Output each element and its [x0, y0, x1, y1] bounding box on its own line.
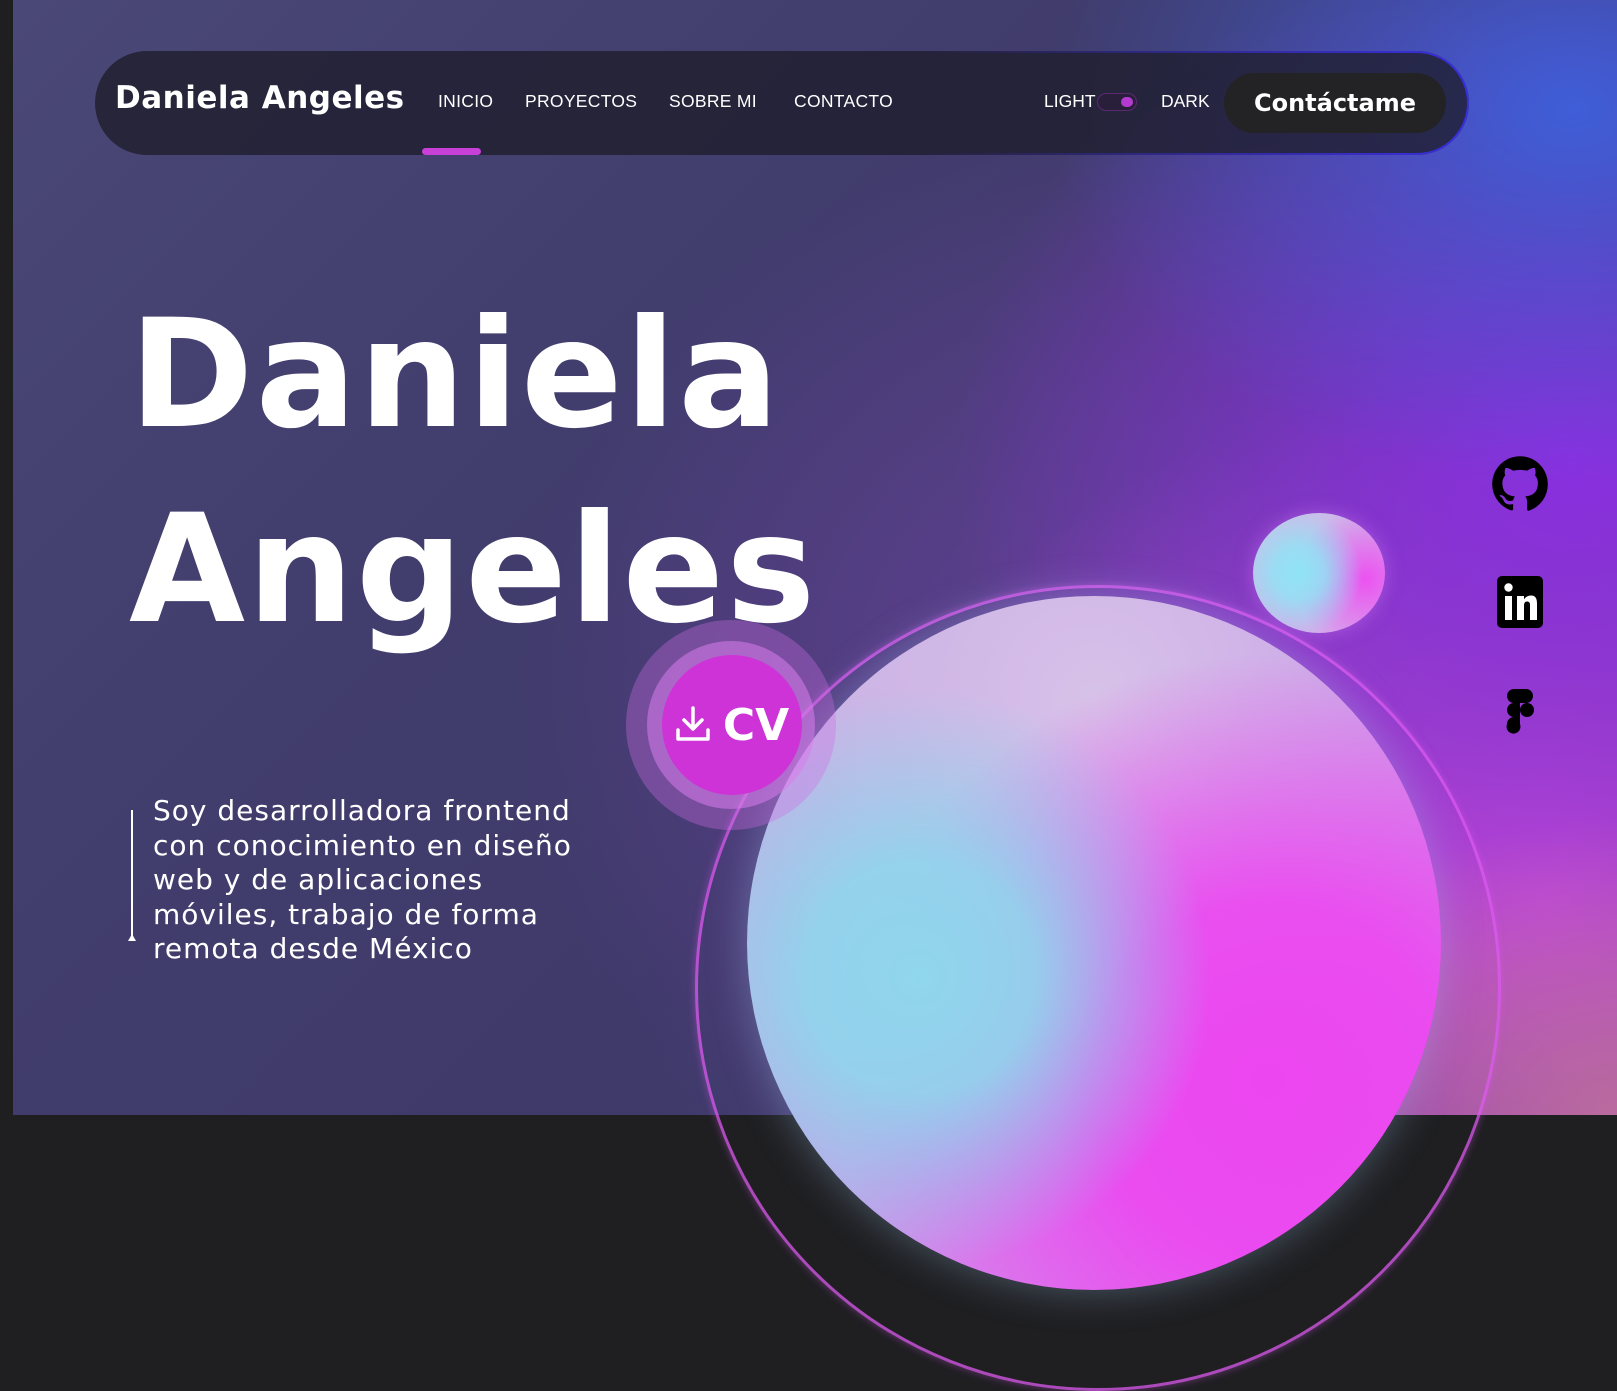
figma-icon[interactable]	[1490, 683, 1550, 747]
description-accent-line	[131, 810, 133, 938]
cv-label: CV	[722, 699, 790, 751]
nav-link-sobre-mi[interactable]: SOBRE MI	[669, 91, 757, 112]
download-icon	[675, 705, 711, 746]
theme-dark-label[interactable]: DARK	[1161, 91, 1210, 112]
nav-link-proyectos[interactable]: PROYECTOS	[525, 91, 637, 112]
small-gradient-sphere	[1253, 513, 1385, 633]
download-cv-button[interactable]: CV	[662, 655, 802, 795]
large-gradient-sphere	[747, 596, 1441, 1290]
github-icon[interactable]	[1490, 452, 1550, 516]
brand-logo[interactable]: Daniela Angeles	[115, 80, 405, 116]
theme-toggle[interactable]	[1097, 93, 1137, 111]
hero-name-first: Daniela	[129, 288, 782, 462]
theme-light-label[interactable]: LIGHT	[1044, 91, 1096, 112]
description-accent-marker	[128, 934, 136, 941]
nav-active-indicator	[422, 148, 481, 155]
theme-toggle-knob	[1121, 97, 1133, 107]
nav-link-contacto[interactable]: CONTACTO	[794, 91, 893, 112]
hero-description: Soy desarrolladora frontend con conocimi…	[153, 794, 572, 965]
contact-cta-button[interactable]: Contáctame	[1224, 73, 1446, 133]
linkedin-icon[interactable]	[1490, 570, 1550, 634]
nav-link-inicio[interactable]: INICIO	[438, 91, 493, 112]
